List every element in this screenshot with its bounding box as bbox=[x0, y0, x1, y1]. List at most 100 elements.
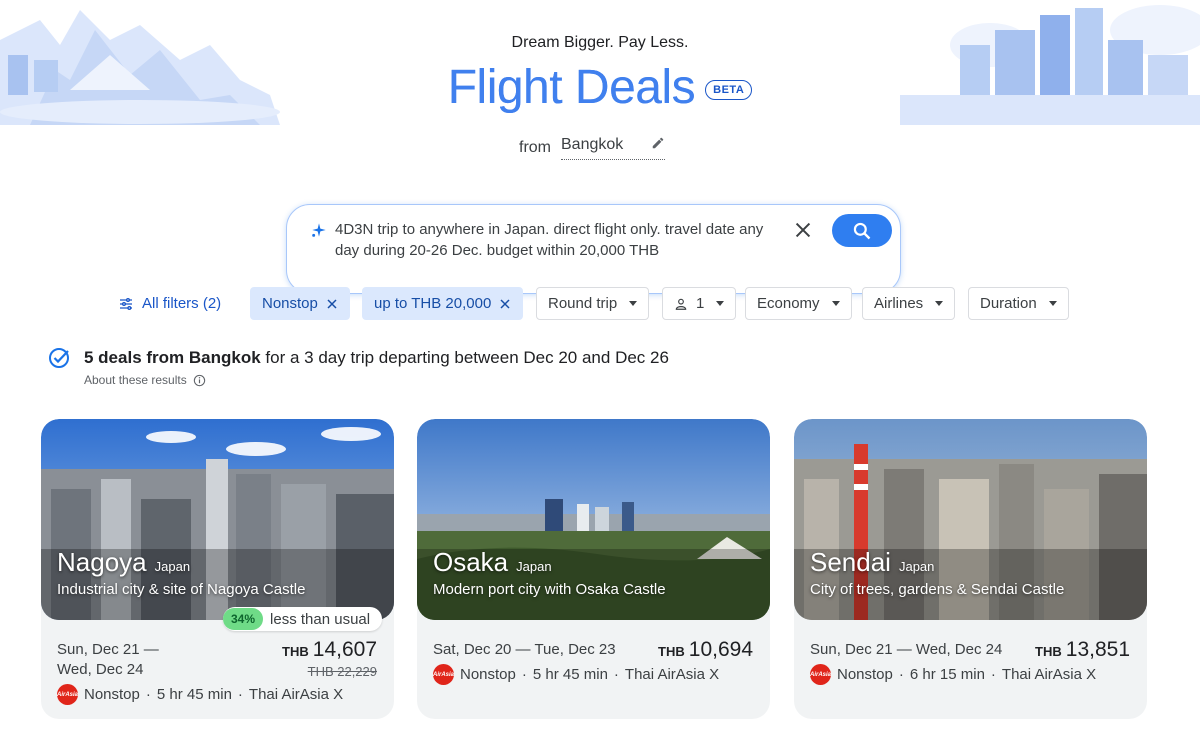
city-name: Sendai bbox=[810, 547, 891, 577]
cabin-class-dropdown[interactable]: Economy bbox=[745, 287, 852, 320]
results-detail: for a 3 day trip departing between Dec 2… bbox=[260, 348, 669, 367]
stops: Nonstop bbox=[84, 686, 140, 703]
about-results-link[interactable]: About these results bbox=[84, 373, 206, 387]
destination-title: Nagoya Japan bbox=[57, 547, 190, 578]
passengers-dropdown[interactable]: 1 bbox=[662, 287, 737, 320]
airline-name: Thai AirAsia X bbox=[1001, 666, 1097, 683]
airasia-logo: AirAsia bbox=[57, 684, 78, 705]
destination-description: Modern port city with Osaka Castle bbox=[433, 581, 666, 598]
trip-dates: Sun, Dec 21 — Wed, Dec 24 bbox=[810, 640, 1002, 660]
about-results-label: About these results bbox=[84, 373, 187, 387]
currency: THB bbox=[282, 644, 309, 659]
city-name: Osaka bbox=[433, 547, 509, 577]
deal-card-osaka[interactable]: Osaka Japan Modern port city with Osaka … bbox=[417, 419, 770, 719]
airasia-logo: AirAsia bbox=[810, 664, 831, 685]
search-box[interactable]: 4D3N trip to anywhere in Japan. direct f… bbox=[286, 204, 901, 294]
deal-card-sendai[interactable]: Sendai Japan City of trees, gardens & Se… bbox=[794, 419, 1147, 719]
trip-date-range: Sat, Dec 20 — Tue, Dec 23 bbox=[433, 641, 616, 658]
page-title: Flight Deals bbox=[447, 61, 696, 114]
search-button[interactable] bbox=[832, 214, 892, 247]
caret-down-icon bbox=[716, 301, 725, 306]
pencil-icon[interactable] bbox=[651, 136, 665, 150]
destination-description: Industrial city & site of Nagoya Castle bbox=[57, 581, 306, 598]
flight-duration: 5 hr 45 min bbox=[532, 666, 608, 683]
results-header: 5 deals from Bangkok for a 3 day trip de… bbox=[48, 346, 669, 370]
caret-down-icon bbox=[629, 301, 638, 306]
airasia-logo: AirAsia bbox=[433, 664, 454, 685]
price-block: THB 13,851 bbox=[1035, 638, 1130, 662]
price-amount: 14,607 bbox=[312, 638, 377, 661]
caret-down-icon bbox=[831, 301, 840, 306]
airline-name: Thai AirAsia X bbox=[624, 666, 720, 683]
country-name: Japan bbox=[154, 559, 191, 574]
separator: · bbox=[145, 686, 151, 703]
return-date: Wed, Dec 24 bbox=[57, 661, 144, 678]
caret-down-icon bbox=[1048, 301, 1057, 306]
discount-percent: 34% bbox=[223, 608, 264, 630]
separator: · bbox=[613, 666, 619, 683]
beta-badge: BETA bbox=[705, 79, 753, 100]
clear-icon[interactable] bbox=[792, 219, 814, 241]
currency: THB bbox=[658, 644, 685, 659]
airline-name: Thai AirAsia X bbox=[248, 686, 344, 703]
origin-selector: from Bangkok bbox=[519, 136, 665, 160]
separator: · bbox=[237, 686, 243, 703]
trip-date-range: Sun, Dec 21 — Wed, Dec 24 bbox=[810, 641, 1003, 658]
title-row: Flight Deals BETA bbox=[0, 60, 1200, 115]
flight-duration: 5 hr 45 min bbox=[156, 686, 232, 703]
duration-dropdown[interactable]: Duration bbox=[968, 287, 1069, 320]
stops: Nonstop bbox=[837, 666, 893, 683]
price-block: THB 14,607 THB 22,229 bbox=[282, 638, 377, 679]
discount-badge: 34% less than usual bbox=[223, 607, 383, 631]
separator: · bbox=[990, 666, 996, 683]
separator: · bbox=[521, 666, 527, 683]
budget-chip[interactable]: up to THB 20,000 bbox=[362, 287, 524, 320]
nonstop-label: Nonstop bbox=[262, 295, 318, 312]
discount-label: less than usual bbox=[270, 610, 371, 628]
tune-icon bbox=[120, 297, 132, 310]
flight-info: AirAsia Nonstop · 5 hr 45 min · Thai Air… bbox=[433, 664, 719, 685]
all-filters-button[interactable]: All filters (2) bbox=[118, 287, 221, 320]
flight-duration: 6 hr 15 min bbox=[909, 666, 985, 683]
verified-check-icon bbox=[49, 348, 69, 368]
duration-label: Duration bbox=[980, 295, 1037, 312]
deal-card-nagoya[interactable]: Nagoya Japan Industrial city & site of N… bbox=[41, 419, 394, 719]
cabin-class-label: Economy bbox=[757, 295, 820, 312]
destination-title: Sendai Japan bbox=[810, 547, 934, 578]
results-count: 5 deals from Bangkok bbox=[84, 348, 261, 367]
country-name: Japan bbox=[898, 559, 935, 574]
flight-info: AirAsia Nonstop · 5 hr 45 min · Thai Air… bbox=[57, 684, 343, 705]
nonstop-chip[interactable]: Nonstop bbox=[250, 287, 350, 320]
price-amount: 10,694 bbox=[688, 638, 753, 661]
price-block: THB 10,694 bbox=[658, 638, 753, 662]
trip-dates: Sat, Dec 20 — Tue, Dec 23 bbox=[433, 640, 616, 660]
trip-type-dropdown[interactable]: Round trip bbox=[536, 287, 650, 320]
city-name: Nagoya bbox=[57, 547, 147, 577]
original-price: THB 22,229 bbox=[307, 664, 377, 679]
trip-type-label: Round trip bbox=[548, 295, 618, 312]
person-icon bbox=[675, 298, 687, 310]
caret-down-icon bbox=[935, 301, 944, 306]
price-amount: 13,851 bbox=[1065, 638, 1130, 661]
sparkle-icon bbox=[312, 223, 326, 237]
airlines-label: Airlines bbox=[874, 295, 924, 312]
separator: · bbox=[898, 666, 904, 683]
depart-date: Sun, Dec 21 — bbox=[57, 641, 159, 658]
filter-bar: All filters (2) Nonstop up to THB 20,000… bbox=[0, 287, 1200, 321]
budget-label: up to THB 20,000 bbox=[374, 295, 492, 312]
close-icon[interactable] bbox=[499, 298, 511, 310]
stops: Nonstop bbox=[460, 666, 516, 683]
info-icon bbox=[193, 374, 205, 386]
tagline: Dream Bigger. Pay Less. bbox=[511, 34, 689, 51]
destination-description: City of trees, gardens & Sendai Castle bbox=[810, 581, 1065, 598]
all-filters-label: All filters (2) bbox=[142, 295, 222, 312]
close-icon[interactable] bbox=[326, 298, 338, 310]
from-label: from bbox=[519, 139, 551, 156]
origin-value: Bangkok bbox=[561, 136, 624, 153]
origin-field[interactable]: Bangkok bbox=[561, 136, 665, 160]
results-summary: 5 deals from Bangkok for a 3 day trip de… bbox=[84, 348, 669, 368]
search-icon bbox=[853, 222, 871, 239]
airlines-dropdown[interactable]: Airlines bbox=[862, 287, 956, 320]
search-query-text[interactable]: 4D3N trip to anywhere in Japan. direct f… bbox=[335, 219, 785, 261]
flight-info: AirAsia Nonstop · 6 hr 15 min · Thai Air… bbox=[810, 664, 1096, 685]
